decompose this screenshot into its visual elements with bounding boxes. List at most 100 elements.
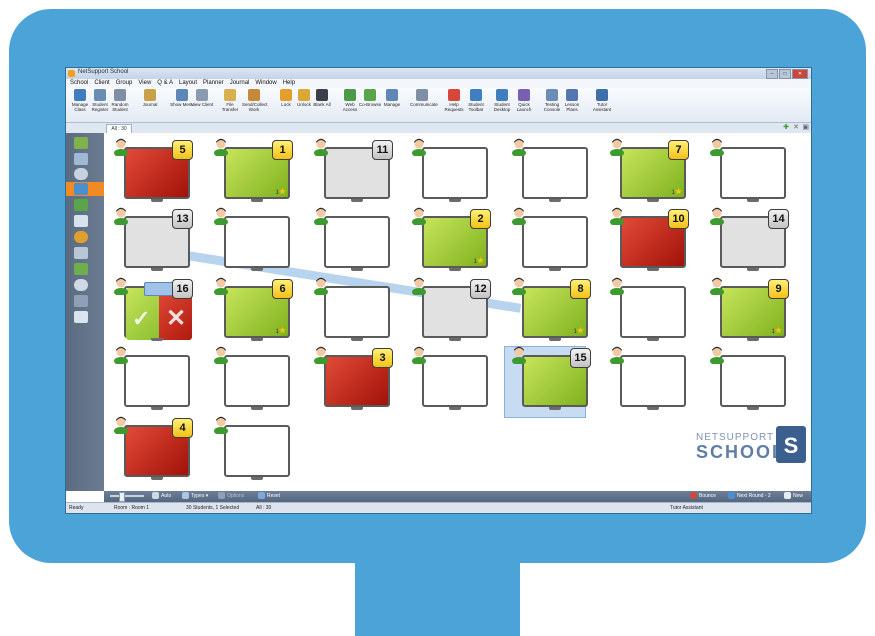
student-tile[interactable]: [412, 346, 488, 410]
student-tile[interactable]: 13: [114, 207, 193, 271]
auto-button[interactable]: Auto: [152, 492, 171, 501]
student-tile[interactable]: [710, 346, 786, 410]
ribbon-button-send-collect[interactable]: Send/Collect Work: [242, 89, 268, 112]
ribbon-button-journal[interactable]: Journal: [138, 89, 162, 107]
student-tile[interactable]: 6 1★: [214, 277, 293, 341]
student-tile[interactable]: 7 1★: [610, 138, 689, 202]
student-tile[interactable]: [512, 138, 588, 202]
options-button[interactable]: Options: [218, 492, 244, 501]
types-button[interactable]: Types ▾: [182, 492, 208, 501]
student-tile[interactable]: ✓ ✕ 16: [114, 277, 193, 341]
maximize-button[interactable]: □: [779, 69, 791, 79]
student-tile[interactable]: 3: [314, 346, 393, 410]
bounce-button[interactable]: Bounce: [690, 492, 716, 501]
monitor-icon[interactable]: [74, 311, 88, 323]
ribbon-button-tutor-assistant[interactable]: Tutor Assistant: [590, 89, 614, 112]
minimize-button[interactable]: –: [766, 69, 778, 79]
applications-icon[interactable]: [74, 215, 88, 227]
student-tile[interactable]: [610, 277, 686, 341]
menu-window[interactable]: Window: [255, 79, 276, 88]
printer-icon[interactable]: [74, 247, 88, 259]
audio-icon[interactable]: [74, 168, 88, 180]
student-tile[interactable]: [610, 346, 686, 410]
student-tile[interactable]: 4: [114, 416, 193, 480]
globe-icon[interactable]: [74, 199, 88, 211]
home-icon[interactable]: [74, 137, 88, 149]
quick-launch-icon: [518, 89, 530, 101]
student-tile[interactable]: 10: [610, 207, 689, 271]
bounce-label: Bounce: [699, 493, 716, 499]
menu-group[interactable]: Group: [116, 79, 133, 88]
ribbon-button-quick-launch[interactable]: Quick Launch: [512, 89, 536, 112]
tab-menu-icon[interactable]: ▣: [802, 124, 809, 132]
student-tile[interactable]: 2 1★: [412, 207, 491, 271]
student-tile[interactable]: [114, 346, 190, 410]
ribbon-button-help-requests[interactable]: Help Requests: [442, 89, 466, 112]
menu-school[interactable]: School: [70, 79, 88, 88]
rank-badge: 3: [372, 348, 393, 368]
user-icon[interactable]: [74, 263, 88, 275]
menu-journal[interactable]: Journal: [230, 79, 250, 88]
student-tile[interactable]: [314, 277, 390, 341]
zoom-slider-track[interactable]: [110, 495, 144, 497]
next-round-button[interactable]: Next Round - 2: [728, 492, 771, 501]
student-tile[interactable]: [412, 138, 488, 202]
student-tile[interactable]: [214, 207, 290, 271]
ribbon-toolbar: Manage Class Student Register Random Stude…: [66, 88, 811, 123]
file-transfer-icon: [224, 89, 236, 101]
student-avatar-icon: [113, 137, 129, 157]
new-button[interactable]: New: [784, 492, 803, 501]
star-count: 1★: [671, 187, 682, 196]
close-tab-icon[interactable]: ✕: [793, 124, 799, 132]
student-tile[interactable]: [512, 207, 588, 271]
zoom-slider-knob[interactable]: [119, 492, 125, 502]
student-screen-thumbnail: [224, 425, 290, 477]
student-tile[interactable]: [314, 207, 390, 271]
student-avatar-icon: [213, 206, 229, 226]
student-tile[interactable]: 11: [314, 138, 393, 202]
menu-help[interactable]: Help: [283, 79, 295, 88]
ribbon-button-student-desktop[interactable]: Student Desktop: [490, 89, 514, 112]
menu-client[interactable]: Client: [94, 79, 109, 88]
ribbon-button-random-student[interactable]: Random Student: [108, 89, 132, 112]
ribbon-button-student-toolbar[interactable]: Student Toolbar: [464, 89, 488, 112]
window-controls: – □ ✕: [766, 69, 808, 79]
questions-icon[interactable]: [74, 279, 88, 291]
student-tile[interactable]: 8 1★: [512, 277, 591, 341]
student-tile[interactable]: 15: [512, 346, 591, 410]
reset-icon: [258, 492, 265, 500]
student-avatar-icon: [313, 206, 329, 226]
close-button[interactable]: ✕: [792, 69, 808, 79]
menu-view[interactable]: View: [138, 79, 151, 88]
ribbon-button-view-client[interactable]: View Client: [190, 89, 214, 107]
student-tile[interactable]: [710, 138, 786, 202]
menu-planner[interactable]: Planner: [203, 79, 224, 88]
student-avatar-icon: [213, 415, 229, 435]
menu-q-and-a[interactable]: Q & A: [157, 79, 173, 88]
student-tile[interactable]: 9 1★: [710, 277, 789, 341]
student-tile[interactable]: [214, 416, 290, 480]
monitor-stand-base: [351, 338, 363, 341]
devices-icon[interactable]: [74, 295, 88, 307]
thumbnails-icon[interactable]: [74, 153, 88, 165]
web-view-icon[interactable]: [74, 183, 88, 195]
menu-layout[interactable]: Layout: [179, 79, 197, 88]
ribbon-button-communicate[interactable]: Communicate: [410, 89, 438, 107]
student-desktop-icon: [496, 89, 508, 101]
student-tile[interactable]: 1 1★: [214, 138, 293, 202]
student-tile[interactable]: [214, 346, 290, 410]
ribbon-button-blank-all[interactable]: Blank All: [310, 89, 334, 107]
ribbon-button-file-transfer[interactable]: File Transfer: [218, 89, 242, 112]
chart-icon[interactable]: [74, 231, 88, 243]
student-tile[interactable]: 14: [710, 207, 789, 271]
reset-button[interactable]: Reset: [258, 492, 280, 501]
ribbon-button-lesson-plans[interactable]: Lesson Plans: [560, 89, 584, 112]
rank-badge: 14: [768, 209, 789, 229]
monitor-stand-base: [549, 268, 561, 271]
student-tile[interactable]: 12: [412, 277, 491, 341]
ribbon-button-co-browse[interactable]: Co-Browse: [358, 89, 382, 107]
ribbon-button-manage[interactable]: Manage: [380, 89, 404, 107]
student-tile[interactable]: 5: [114, 138, 193, 202]
monitor-stand-base: [747, 338, 759, 341]
add-tab-icon[interactable]: ✚: [783, 124, 789, 132]
